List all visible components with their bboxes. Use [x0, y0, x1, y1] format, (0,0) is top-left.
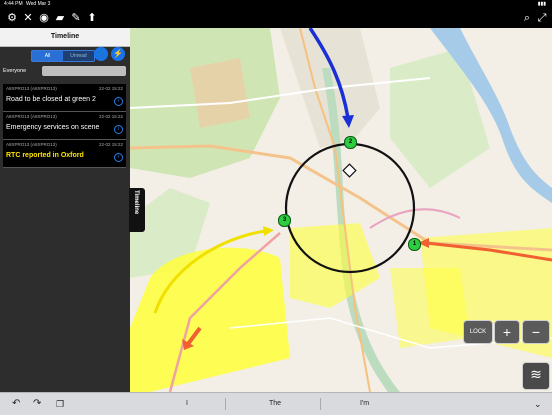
chevron-down-icon[interactable]: ⌄ [534, 393, 542, 415]
message-list: A8XPRO13 (A8XPRO13) 22-02 15:22 Road to … [3, 84, 126, 168]
suggestion[interactable]: I [186, 393, 188, 415]
filter-unread-button[interactable]: Unread [63, 51, 94, 61]
map-marker[interactable]: 1 [408, 238, 421, 251]
filter-all-button[interactable]: All [32, 51, 63, 61]
search-icon[interactable]: ⌕ [520, 11, 534, 25]
message-text: RTC reported in Oxford [6, 152, 84, 159]
filter-segmented-control: All Unread [31, 50, 95, 62]
top-toolbar: ⚙ ✕ ◉ ▰ ✎ ⬆ ⌕ ⤢ [0, 8, 552, 28]
message-source: A8XPRO13 (A8XPRO13) [6, 114, 57, 119]
divider [320, 398, 321, 410]
message-source: A8XPRO13 (A8XPRO13) [6, 142, 57, 147]
divider [225, 398, 226, 410]
message-text: Road to be closed at green 2 [6, 96, 96, 103]
info-icon[interactable]: i [114, 153, 123, 162]
status-date: Wed Mar 3 [26, 1, 51, 7]
upload-icon[interactable]: ⬆ [85, 11, 99, 25]
zoom-out-button[interactable]: − [522, 320, 550, 344]
paste-icon[interactable]: ❐ [56, 393, 64, 415]
timeline-tab-label: Timeline [133, 190, 139, 215]
settings-icon[interactable]: ⚙ [5, 11, 19, 25]
message-time: 22-02 15:22 [98, 114, 123, 119]
contacts-icon[interactable]: 👤 [94, 47, 108, 61]
info-icon[interactable]: i [114, 97, 123, 106]
status-bar: 4:44 PM Wed Mar 3 ▮▮▮ [0, 0, 552, 8]
battery-icon: ▮▮▮ [537, 1, 546, 7]
list-item[interactable]: A8XPRO13 (A8XPRO13) 22-02 15:22 Emergenc… [3, 112, 126, 140]
message-time: 22-02 15:22 [98, 86, 123, 91]
info-icon[interactable]: i [114, 125, 123, 134]
chat-icon[interactable]: ▰ [53, 11, 67, 25]
suggestion[interactable]: The [269, 393, 281, 415]
timeline-panel: Timeline All Unread 👤 ⚡ Everyone A8XPRO1… [0, 28, 130, 392]
panel-title: Timeline [0, 28, 130, 47]
everyone-label: Everyone [3, 68, 27, 74]
message-time: 22-02 15:22 [98, 142, 123, 147]
layers-icon: ≋ [530, 366, 542, 382]
lock-button[interactable]: LOCK [463, 320, 493, 344]
fullscreen-icon[interactable]: ⤢ [535, 11, 549, 25]
message-text: Emergency services on scene [6, 124, 100, 131]
add-icon[interactable]: ⚡ [111, 47, 125, 61]
layers-button[interactable]: ≋ [522, 362, 550, 390]
list-item[interactable]: A8XPRO13 (A8XPRO13) 22-02 15:22 RTC repo… [3, 140, 126, 168]
target-icon[interactable]: ◉ [37, 11, 51, 25]
status-time: 4:44 PM [4, 1, 23, 7]
recipient-input[interactable] [42, 66, 126, 76]
zoom-in-button[interactable]: + [494, 320, 520, 344]
suggestion[interactable]: I'm [360, 393, 369, 415]
keyboard-suggestion-bar: ↶ ↷ ❐ I The I'm ⌄ [0, 392, 552, 415]
tools-icon[interactable]: ✎ [69, 11, 83, 25]
map-marker[interactable]: 2 [344, 136, 357, 149]
map-view[interactable]: 2 1 3 LOCK + − ≋ [130, 28, 552, 392]
message-source: A8XPRO13 (A8XPRO13) [6, 86, 57, 91]
timeline-tab[interactable]: Timeline [129, 188, 145, 232]
undo-icon[interactable]: ↶ [12, 393, 20, 415]
map-marker[interactable]: 3 [278, 214, 291, 227]
list-item[interactable]: A8XPRO13 (A8XPRO13) 22-02 15:22 Road to … [3, 84, 126, 112]
redo-icon[interactable]: ↷ [33, 393, 41, 415]
satellite-icon[interactable]: ✕ [21, 11, 35, 25]
